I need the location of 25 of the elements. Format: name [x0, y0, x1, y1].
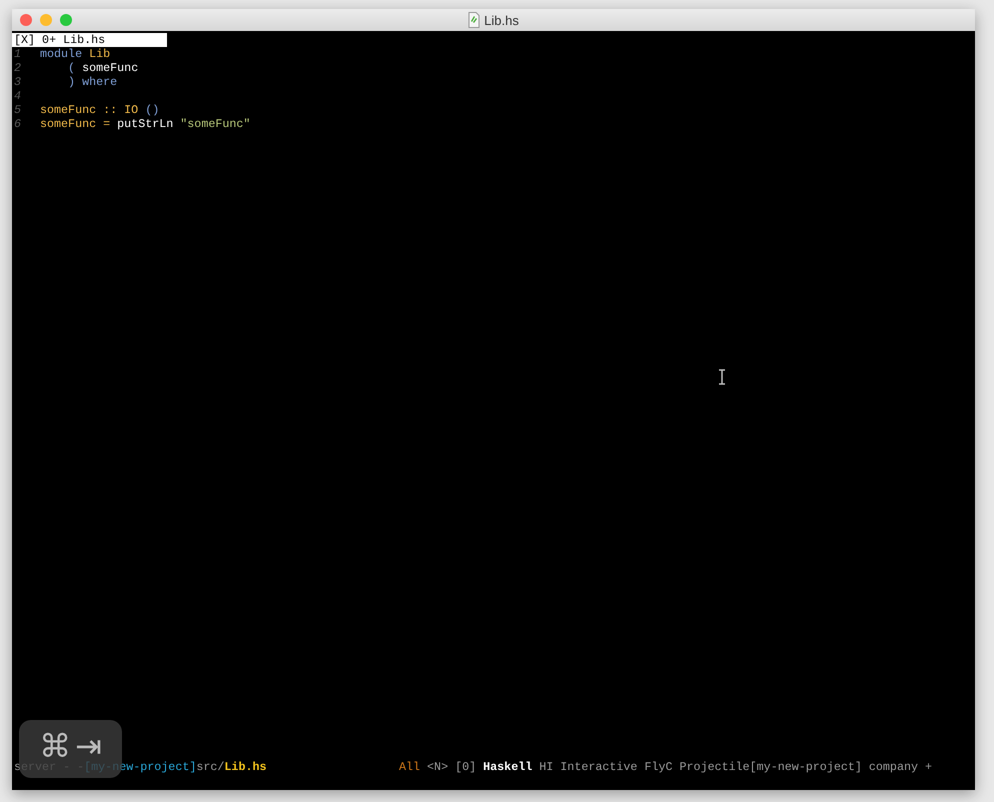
- mode-line-item: [0]: [455, 760, 476, 774]
- code-line: ) where: [67, 75, 118, 89]
- code-line: ( someFunc: [67, 61, 138, 75]
- mode-line-item: All: [399, 760, 420, 774]
- line-number: 4: [13, 89, 22, 103]
- line-number: 5: [13, 103, 22, 117]
- line-number: 1: [13, 47, 22, 61]
- line-number: 6: [13, 117, 22, 131]
- minimize-button[interactable]: [40, 14, 52, 26]
- buffer-tab[interactable]: [X] 0+ Lib.hs: [12, 33, 167, 47]
- line-number: 3: [13, 75, 22, 89]
- code-line: someFunc = putStrLn "someFunc": [40, 117, 250, 131]
- key-symbol: ⌘: [39, 730, 72, 762]
- zoom-button[interactable]: [60, 14, 72, 26]
- mode-line-item: <N>: [427, 760, 448, 774]
- line-number: 2: [13, 61, 22, 75]
- window-title: Lib.hs: [484, 12, 519, 28]
- text-cursor-icon: [718, 369, 726, 385]
- close-button[interactable]: [20, 14, 32, 26]
- key-symbol: ⇥: [75, 730, 102, 762]
- mode-line-item: Haskell: [483, 760, 532, 774]
- document-icon: [468, 12, 480, 28]
- mode-line-item: HI Interactive FlyC Projectile[my-new-project] company +: [539, 760, 932, 774]
- code-line: module Lib: [40, 47, 110, 61]
- code-line: someFunc :: IO (): [40, 103, 160, 117]
